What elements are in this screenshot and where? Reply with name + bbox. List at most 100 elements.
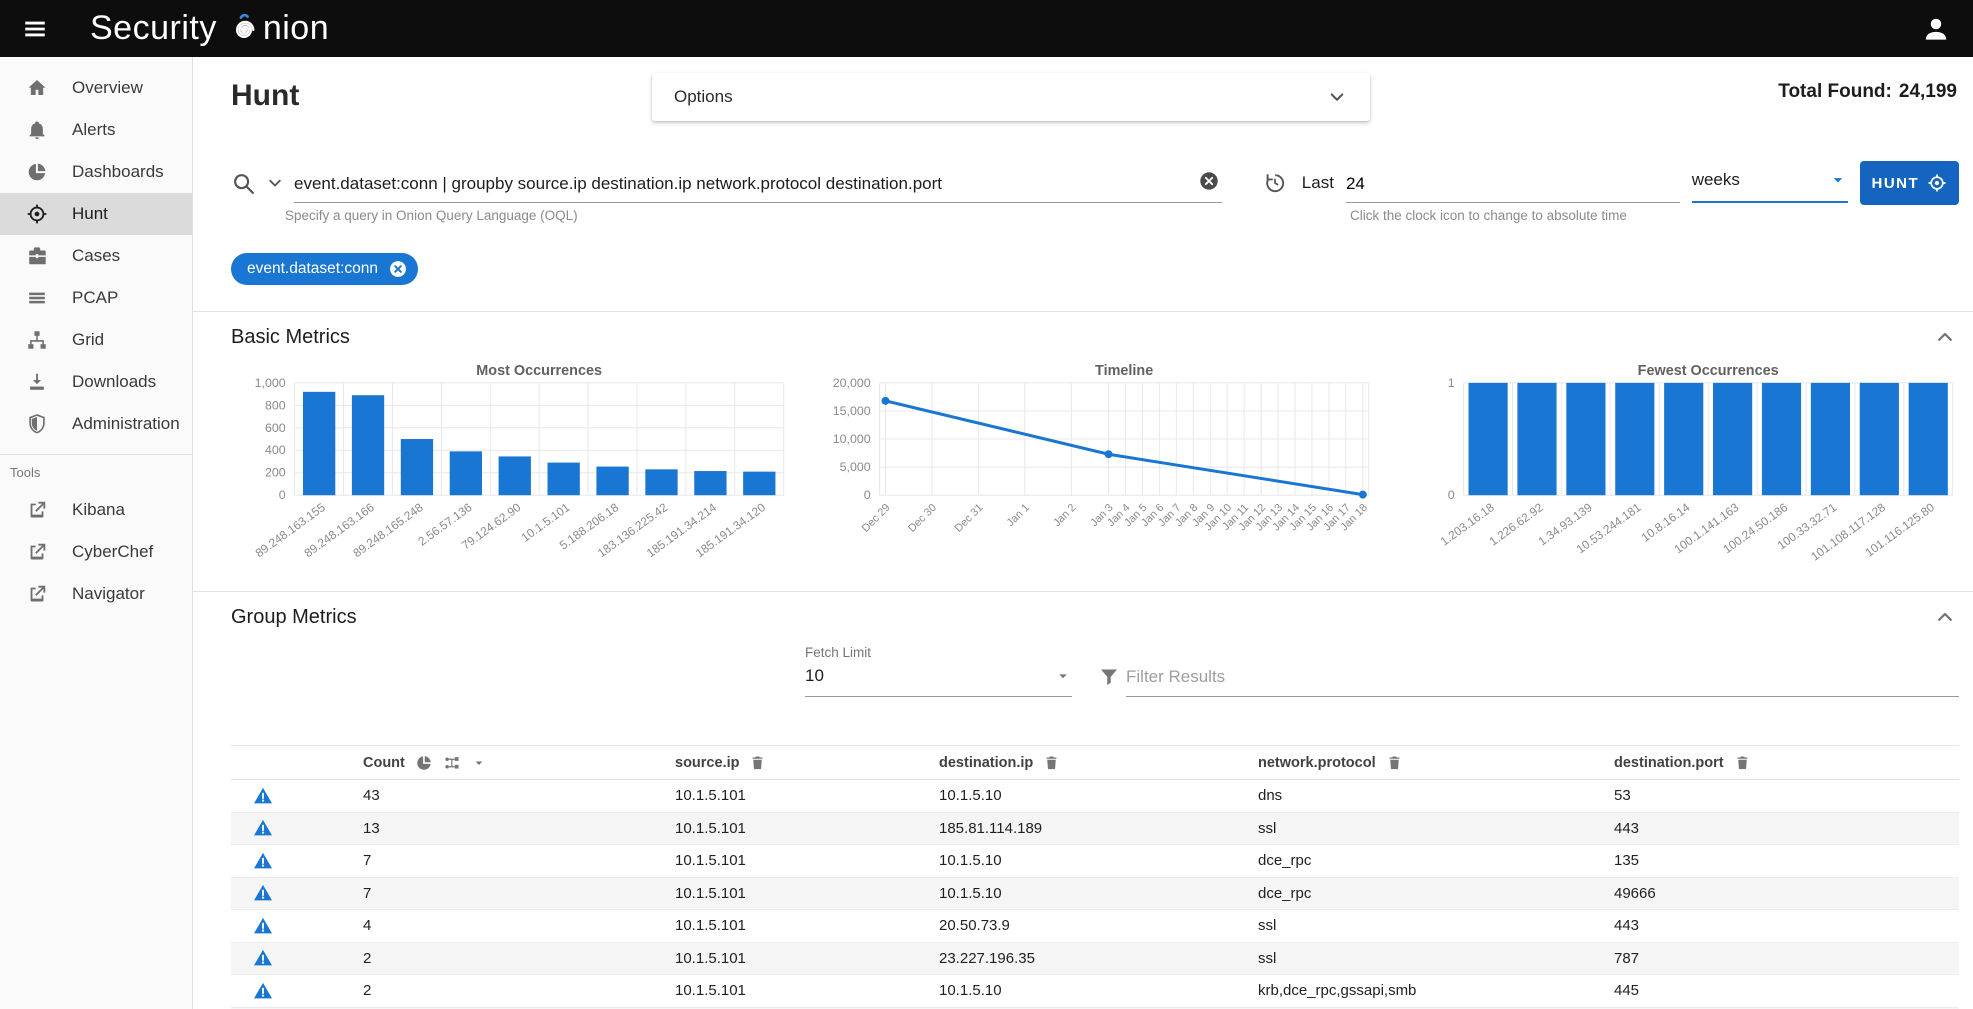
delete-column-icon[interactable] bbox=[1043, 754, 1060, 771]
svg-text:800: 800 bbox=[265, 398, 286, 412]
sidebar-item-cyberchef[interactable]: CyberChef bbox=[0, 531, 192, 573]
column-header-label: Count bbox=[363, 755, 405, 771]
sidebar-item-kibana[interactable]: Kibana bbox=[0, 489, 192, 531]
cell-destination-ip: 10.1.5.10 bbox=[939, 982, 1258, 999]
svg-text:Jan 2: Jan 2 bbox=[1051, 502, 1078, 529]
caret-down-icon bbox=[1054, 667, 1072, 685]
options-label: Options bbox=[674, 87, 733, 107]
warning-triangle-icon[interactable] bbox=[252, 850, 274, 872]
sidebar-item-navigator[interactable]: Navigator bbox=[0, 573, 192, 615]
cell-source-ip: 10.1.5.101 bbox=[675, 787, 939, 804]
delete-column-icon[interactable] bbox=[1734, 754, 1751, 771]
sidebar-item-overview[interactable]: Overview bbox=[0, 67, 192, 109]
table-row[interactable]: 210.1.5.10110.1.5.10krb,dce_rpc,gssapi,s… bbox=[231, 975, 1959, 1008]
cell-destination-ip: 10.1.5.10 bbox=[939, 787, 1258, 804]
svg-text:0: 0 bbox=[1448, 488, 1455, 502]
main-content: Hunt Options Total Found: 24,199 Last bbox=[193, 57, 1973, 1009]
sidebar-item-label: Administration bbox=[72, 414, 180, 434]
delete-column-icon[interactable] bbox=[749, 754, 766, 771]
svg-text:400: 400 bbox=[265, 443, 286, 457]
column-header-source-ip: source.ip bbox=[675, 754, 939, 771]
filter-funnel-icon bbox=[1097, 665, 1121, 689]
external-link-icon bbox=[26, 583, 48, 605]
cell-source-ip: 10.1.5.101 bbox=[675, 885, 939, 902]
logo-text-suffix: nion bbox=[263, 9, 329, 48]
sidebar-item-alerts[interactable]: Alerts bbox=[0, 109, 192, 151]
delete-column-icon[interactable] bbox=[1386, 754, 1403, 771]
filter-chip[interactable]: event.dataset:conn bbox=[231, 253, 418, 285]
collapse-section-icon[interactable] bbox=[1933, 605, 1957, 629]
page-title: Hunt bbox=[231, 79, 299, 113]
filter-results-input[interactable] bbox=[1126, 667, 1959, 696]
svg-text:1.226.62.92: 1.226.62.92 bbox=[1487, 500, 1546, 549]
basic-metrics-title: Basic Metrics bbox=[231, 326, 350, 349]
svg-text:Dec 30: Dec 30 bbox=[906, 502, 939, 535]
fetch-limit-value: 10 bbox=[805, 666, 824, 686]
svg-text:20,000: 20,000 bbox=[832, 376, 870, 390]
time-range-prefix: Last bbox=[1302, 173, 1334, 193]
fetch-limit-select[interactable]: Fetch Limit 10 bbox=[805, 645, 1072, 697]
table-row[interactable]: 710.1.5.10110.1.5.10dce_rpc135 bbox=[231, 845, 1959, 878]
table-row[interactable]: 710.1.5.10110.1.5.10dce_rpc49666 bbox=[231, 878, 1959, 911]
collapse-section-icon[interactable] bbox=[1933, 325, 1957, 349]
warning-triangle-icon[interactable] bbox=[252, 980, 274, 1002]
cell-destination-port: 443 bbox=[1614, 820, 1959, 837]
hints-row: Specify a query in Onion Query Language … bbox=[231, 205, 1959, 231]
sidebar-item-cases[interactable]: Cases bbox=[0, 235, 192, 277]
svg-text:10,000: 10,000 bbox=[832, 432, 870, 446]
query-history-caret-icon[interactable] bbox=[265, 173, 285, 193]
chart-timeline: Timeline05,00010,00015,00020,000Dec 29De… bbox=[816, 361, 1375, 577]
table-row[interactable]: 210.1.5.10123.227.196.35ssl787 bbox=[231, 943, 1959, 976]
warning-triangle-icon[interactable] bbox=[252, 882, 274, 904]
warning-triangle-icon[interactable] bbox=[252, 785, 274, 807]
hunt-button[interactable]: HUNT bbox=[1860, 161, 1959, 205]
network-icon bbox=[26, 329, 48, 351]
sidebar-main-items: OverviewAlertsDashboardsHuntCasesPCAP Gri… bbox=[0, 67, 192, 445]
cell-destination-ip: 10.1.5.10 bbox=[939, 852, 1258, 869]
sidebar-item-hunt[interactable]: Hunt bbox=[0, 193, 192, 235]
time-unit-value: weeks bbox=[1692, 170, 1740, 190]
time-amount-input[interactable] bbox=[1346, 174, 1680, 202]
chevron-down-icon[interactable] bbox=[1326, 86, 1348, 108]
sidebar-item-label: Downloads bbox=[72, 372, 156, 392]
warning-triangle-icon[interactable] bbox=[252, 947, 274, 969]
sidebar-item-pcap[interactable]: PCAP bbox=[0, 277, 192, 319]
caret-down-icon[interactable] bbox=[471, 755, 487, 771]
cell-count: 43 bbox=[363, 787, 675, 804]
clear-query-icon[interactable] bbox=[1198, 170, 1220, 192]
remove-filter-icon[interactable] bbox=[388, 259, 408, 279]
svg-text:1: 1 bbox=[1448, 376, 1455, 390]
svg-text:Fewest Occurrences: Fewest Occurrences bbox=[1638, 363, 1779, 379]
shield-icon bbox=[26, 413, 48, 435]
column-header-label: destination.port bbox=[1614, 755, 1724, 771]
sidebar-item-dashboards[interactable]: Dashboards bbox=[0, 151, 192, 193]
warning-triangle-icon[interactable] bbox=[252, 817, 274, 839]
account-icon[interactable] bbox=[1921, 14, 1951, 44]
svg-text:5,000: 5,000 bbox=[839, 460, 870, 474]
table-row[interactable]: 1310.1.5.101185.81.114.189ssl443 bbox=[231, 813, 1959, 846]
table-row[interactable]: 410.1.5.10120.50.73.9ssl443 bbox=[231, 910, 1959, 943]
time-amount-field bbox=[1346, 163, 1680, 203]
pie-chart-icon[interactable] bbox=[415, 754, 433, 772]
hamburger-menu-icon[interactable] bbox=[22, 16, 48, 42]
crosshair-icon bbox=[26, 203, 48, 225]
svg-text:1.203.16.18: 1.203.16.18 bbox=[1438, 500, 1497, 549]
download-icon bbox=[26, 371, 48, 393]
sidebar-item-grid[interactable]: Grid bbox=[0, 319, 192, 361]
cell-network-protocol: dns bbox=[1258, 787, 1614, 804]
cell-destination-port: 53 bbox=[1614, 787, 1959, 804]
warning-triangle-icon[interactable] bbox=[252, 915, 274, 937]
query-field bbox=[294, 163, 1222, 203]
graph-icon[interactable] bbox=[443, 754, 461, 772]
app-bar: Security nion bbox=[0, 0, 1973, 57]
time-unit-select[interactable]: weeks bbox=[1692, 163, 1848, 203]
sidebar-item-administration[interactable]: Administration bbox=[0, 403, 192, 445]
table-row[interactable]: 4310.1.5.10110.1.5.10dns53 bbox=[231, 780, 1959, 813]
options-panel[interactable]: Options bbox=[652, 73, 1370, 121]
history-clock-icon[interactable] bbox=[1262, 171, 1286, 195]
svg-text:600: 600 bbox=[265, 421, 286, 435]
table-header-row: Countsource.ipdestination.ipnetwork.prot… bbox=[231, 746, 1959, 780]
sidebar-item-label: Grid bbox=[72, 330, 104, 350]
query-input[interactable] bbox=[294, 174, 1222, 202]
sidebar-item-downloads[interactable]: Downloads bbox=[0, 361, 192, 403]
